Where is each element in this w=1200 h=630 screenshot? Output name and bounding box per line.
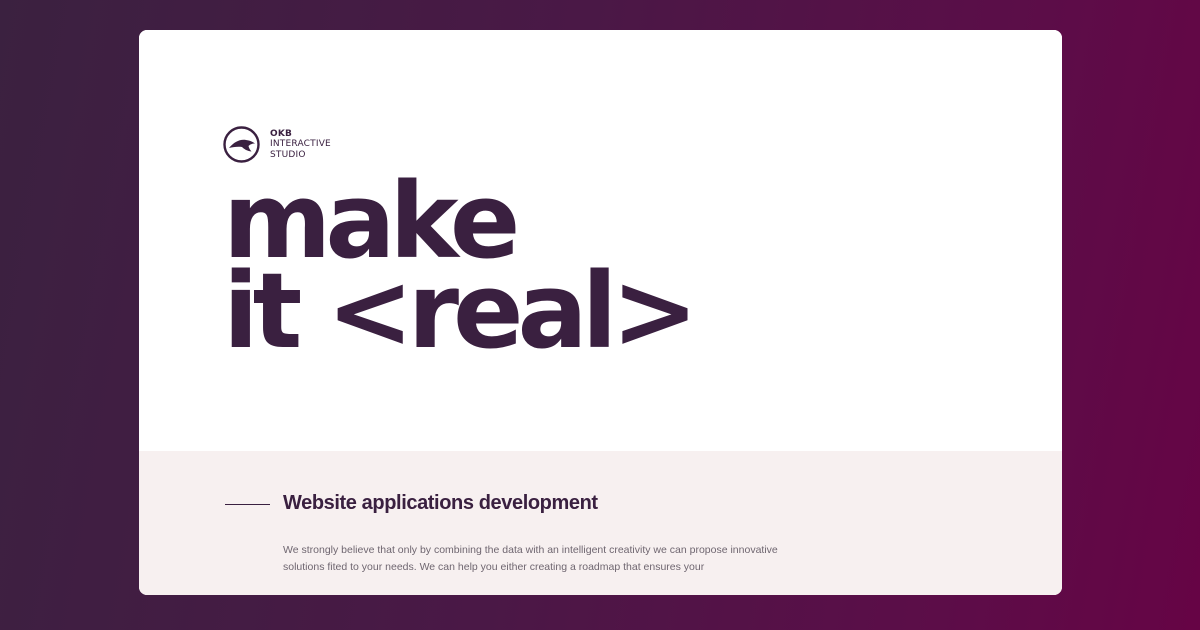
logo[interactable]: OKB INTERACTIVE STUDIO — [223, 126, 331, 163]
bird-in-circle-icon — [223, 126, 260, 163]
logo-line-studio: STUDIO — [270, 149, 306, 160]
logo-line-interactive: INTERACTIVE — [270, 139, 331, 150]
section-body: We strongly believe that only by combini… — [283, 544, 778, 573]
hero-section: OKB INTERACTIVE STUDIO make it <real> — [139, 30, 1062, 451]
headline-line-2: it <real> — [223, 250, 699, 372]
logo-wordmark: OKB INTERACTIVE STUDIO — [270, 129, 331, 161]
preview-card: OKB INTERACTIVE STUDIO make it <real> We… — [139, 30, 1062, 595]
services-section: Website applications development We stro… — [139, 451, 1062, 595]
section-divider — [225, 504, 270, 505]
section-title: Website applications development — [283, 492, 598, 514]
hero-headline: make it <real> — [223, 169, 699, 372]
logo-line-okb: OKB — [270, 128, 293, 139]
